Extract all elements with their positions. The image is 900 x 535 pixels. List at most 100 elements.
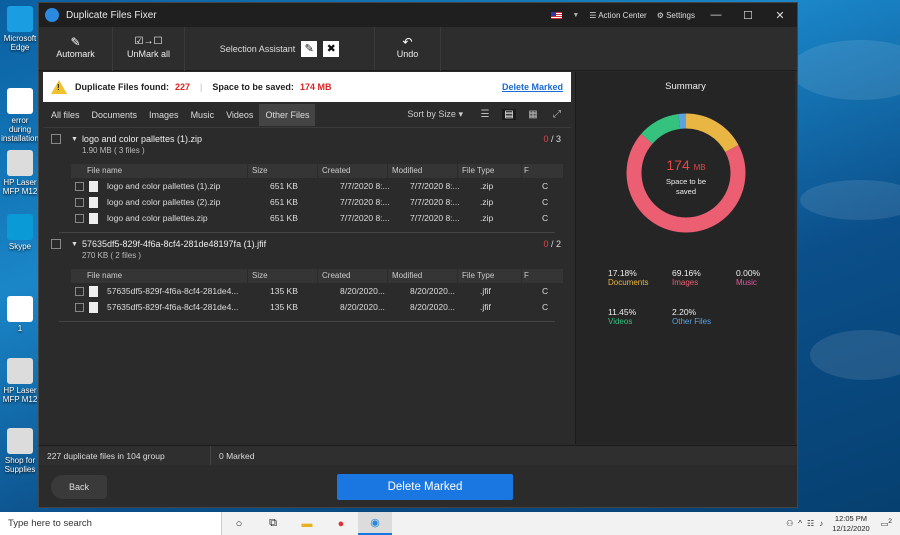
grid-view-icon[interactable]: ▦	[526, 109, 540, 120]
close-button[interactable]: ✕	[769, 9, 791, 22]
column-header-file-name[interactable]: File name	[71, 164, 247, 178]
column-header-folder[interactable]: F	[521, 269, 531, 283]
delete-marked-button[interactable]: Delete Marked	[337, 474, 513, 500]
table-row[interactable]: logo and color pallettes.zip 651 KB 7/7/20…	[71, 210, 563, 226]
tab-documents[interactable]: Documents	[86, 104, 144, 126]
app-logo-icon	[45, 8, 59, 22]
desktop-icon[interactable]: HP Laser MFP M12	[0, 150, 40, 196]
desktop-app-icon	[7, 150, 33, 176]
table-row[interactable]: logo and color pallettes (2).zip 651 KB 7/…	[71, 194, 563, 210]
desktop-icon[interactable]: Skype	[0, 214, 40, 251]
network-icon[interactable]: ☷	[807, 519, 814, 528]
desktop-icon-label: 1	[17, 324, 23, 333]
people-icon[interactable]: ⚇	[786, 519, 793, 528]
undo-button[interactable]: ↶ Undo	[375, 27, 441, 71]
tab-videos[interactable]: Videos	[220, 104, 259, 126]
file-checkbox[interactable]	[75, 286, 84, 296]
delete-marked-link[interactable]: Delete Marked	[502, 82, 563, 92]
taskbar-search-input[interactable]: Type here to search	[0, 512, 222, 535]
file-name: logo and color pallettes.zip	[107, 213, 208, 223]
table-header: File name Size Created Modified File Type F	[71, 164, 563, 178]
column-header-modified[interactable]: Modified	[387, 269, 457, 283]
column-header-created[interactable]: Created	[317, 269, 387, 283]
file-created: 8/20/2020...	[335, 283, 405, 299]
group-header: ▼ 57635df5-829f-4f6a-8cf4-281de48197fa (1…	[51, 233, 563, 263]
file-type: .jfif	[475, 283, 539, 299]
tab-images[interactable]: Images	[143, 104, 185, 126]
back-button[interactable]: Back	[51, 475, 107, 499]
notification-count: 2	[888, 518, 892, 526]
desktop-icon[interactable]: Microsoft Edge	[0, 6, 40, 52]
detail-view-icon[interactable]: ▤	[502, 109, 516, 120]
file-explorer-icon[interactable]: ▬	[290, 512, 324, 535]
desktop-icon[interactable]: error during installation	[0, 88, 40, 143]
file-checkbox[interactable]	[75, 181, 84, 191]
chevron-up-icon[interactable]: ^	[798, 519, 802, 528]
column-header-file-type[interactable]: File Type	[457, 269, 521, 283]
collapse-triangle-icon[interactable]: ▼	[71, 136, 78, 143]
volume-icon[interactable]: ♪	[819, 519, 823, 528]
column-header-file-name[interactable]: File name	[71, 269, 247, 283]
column-header-modified[interactable]: Modified	[387, 164, 457, 178]
center-value-unit: MB	[694, 163, 706, 172]
file-checkbox[interactable]	[75, 302, 84, 312]
automark-button[interactable]: ✎ Automark	[39, 27, 113, 71]
desktop-icon-label: Shop for Supplies	[4, 456, 36, 474]
task-view-icon[interactable]: ○	[222, 512, 256, 535]
found-label: Duplicate Files found:	[75, 82, 170, 92]
column-header-size[interactable]: Size	[247, 164, 317, 178]
multitask-icon[interactable]: ⧉	[256, 512, 290, 535]
column-header-folder[interactable]: F	[521, 164, 531, 178]
notification-icon[interactable]: ▭2	[881, 518, 892, 529]
sort-by-dropdown[interactable]: Sort by Size ▾	[407, 109, 463, 120]
file-folder: C	[539, 283, 549, 299]
tools-assist-icon[interactable]: ✖	[323, 40, 340, 57]
settings-button[interactable]: ⚙ Settings	[657, 11, 695, 20]
selection-assistant: Selection Assistant ✎ ✖	[185, 27, 375, 70]
unmark-all-button[interactable]: ☑→☐ UnMark all	[113, 27, 185, 71]
group-checkbox[interactable]	[51, 239, 61, 249]
file-icon	[89, 212, 98, 224]
chevron-down-icon[interactable]: ▼	[572, 12, 579, 19]
desktop-icon[interactable]: 1	[0, 296, 40, 333]
duplicate-group: ▼ 57635df5-829f-4f6a-8cf4-281de48197fa (1…	[43, 233, 571, 322]
column-header-file-type[interactable]: File Type	[457, 164, 521, 178]
desktop-icon[interactable]: HP Laser MFP M12	[0, 358, 40, 404]
desktop-app-icon	[7, 214, 33, 240]
table-row[interactable]: 57635df5-829f-4f6a-8cf4-281de4... 135 KB 8…	[71, 283, 563, 299]
group-checkbox[interactable]	[51, 134, 61, 144]
marked-count: 0 Marked	[219, 450, 255, 461]
category-tabs: All files Documents Images Music Videos …	[43, 102, 571, 128]
list-view-icon[interactable]: ☰	[478, 109, 492, 120]
clock[interactable]: 12:05 PM 12/12/2020	[832, 514, 870, 534]
file-checkbox[interactable]	[75, 197, 84, 207]
table-row[interactable]: logo and color pallettes (1).zip 651 KB 7/…	[71, 178, 563, 194]
maximize-button[interactable]: ☐	[737, 9, 759, 22]
expand-icon[interactable]: ⤢	[550, 109, 564, 120]
divider: |	[200, 82, 203, 92]
file-checkbox[interactable]	[75, 213, 84, 223]
column-header-created[interactable]: Created	[317, 164, 387, 178]
group-header: ▼ logo and color pallettes (1).zip 1.90 MB…	[51, 128, 563, 158]
duplicate-files-fixer-taskbar-icon[interactable]: ◉	[358, 512, 392, 535]
desktop-icon-label: Skype	[8, 242, 32, 251]
minimize-button[interactable]: —	[705, 9, 727, 21]
collapse-triangle-icon[interactable]: ▼	[71, 241, 78, 248]
tab-other-files[interactable]: Other Files	[259, 103, 316, 126]
chrome-icon[interactable]: ●	[324, 512, 358, 535]
action-center-button[interactable]: ☰ Action Center	[589, 11, 646, 20]
tab-music[interactable]: Music	[185, 104, 221, 126]
us-flag-icon[interactable]	[551, 11, 563, 19]
desktop-icon[interactable]: Shop for Supplies	[0, 428, 40, 474]
desktop-icon-label: Microsoft Edge	[3, 34, 37, 52]
desktop-icon-label: HP Laser MFP M12	[2, 386, 38, 404]
file-icon	[89, 196, 98, 208]
stat-percent: 17.18%	[608, 268, 637, 278]
wand-assist-icon[interactable]: ✎	[301, 40, 318, 57]
desktop-app-icon	[7, 296, 33, 322]
column-header-size[interactable]: Size	[247, 269, 317, 283]
table-row[interactable]: 57635df5-829f-4f6a-8cf4-281de4... 135 KB 8…	[71, 299, 563, 315]
file-size: 135 KB	[265, 299, 335, 315]
tab-all-files[interactable]: All files	[45, 104, 86, 126]
undo-label: Undo	[396, 49, 419, 59]
